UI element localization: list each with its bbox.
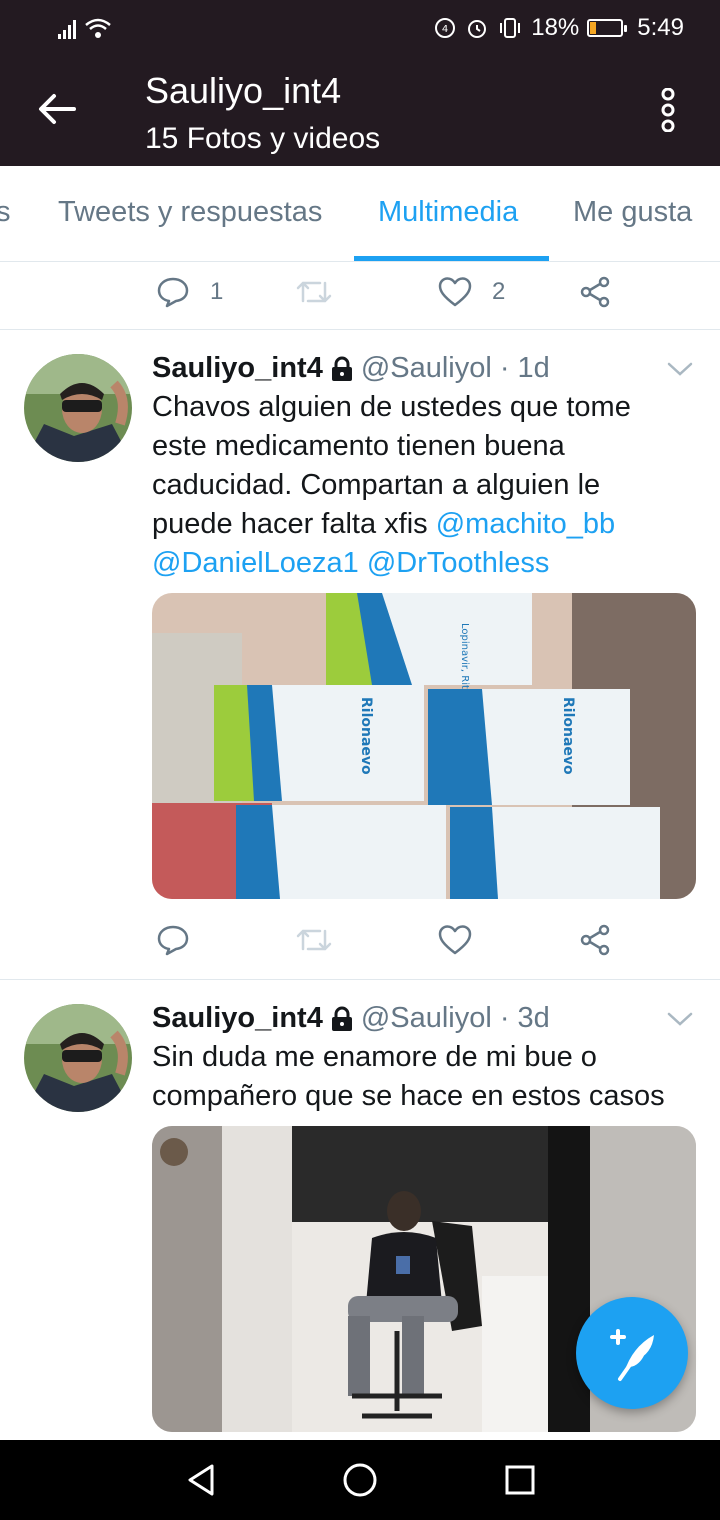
medicine-box: Rilonaevo <box>214 685 424 801</box>
share-icon <box>580 276 610 308</box>
like-button[interactable]: 2 <box>438 272 505 312</box>
nav-recents-icon[interactable] <box>504 1460 536 1500</box>
share-button[interactable] <box>580 272 612 312</box>
chevron-down-icon[interactable] <box>666 360 694 378</box>
text-line: compañero que se hace en estos casos <box>152 1080 665 1112</box>
retweet-icon <box>296 929 332 951</box>
tweet[interactable]: Sauliyo_int4 @Sauliyol · 1d Chavos algui… <box>0 330 720 980</box>
tab-likes[interactable]: Me gusta <box>573 196 692 229</box>
display-name[interactable]: Sauliyo_int4 <box>152 352 323 385</box>
mention-link[interactable]: @DanielLoeza1 <box>152 547 359 579</box>
display-name[interactable]: Sauliyo_int4 <box>152 1002 323 1035</box>
text-line: puede hacer falta xfis @machito_bb <box>152 508 616 540</box>
mention-link[interactable]: @DrToothless <box>367 547 550 579</box>
chevron-down-icon[interactable] <box>666 1010 694 1028</box>
reply-count: 1 <box>210 278 224 305</box>
box-label: Rilonaevo <box>560 697 576 775</box>
reply-button[interactable]: 1 <box>156 272 223 312</box>
tab-media[interactable]: Multimedia <box>378 196 518 229</box>
tweet-header: Sauliyo_int4 @Sauliyol · 1d <box>152 352 550 385</box>
share-icon <box>580 924 610 956</box>
reply-icon <box>157 925 189 956</box>
tweet-header: Sauliyo_int4 @Sauliyol · 3d <box>152 1002 550 1035</box>
mention-link[interactable]: @machito_bb <box>436 508 615 540</box>
signal-wifi-icon <box>58 18 111 39</box>
tab-tweets[interactable]: s <box>0 196 11 229</box>
text-line: Chavos alguien de ustedes que tome <box>152 391 631 423</box>
lock-icon <box>331 1006 352 1031</box>
top-app-bar: 4 18% 5:49 Sauliyo_int4 15 Fotos y video… <box>0 0 720 166</box>
tweet-text: Sin duda me enamore de mi bue o compañer… <box>152 1038 702 1116</box>
reply-icon <box>157 277 189 308</box>
retweet-button[interactable] <box>296 920 332 960</box>
vibrate-icon <box>500 18 521 38</box>
like-count: 2 <box>492 278 506 305</box>
timestamp: · 3d <box>499 1002 550 1034</box>
alarm-icon <box>468 20 487 38</box>
compose-tweet-button[interactable] <box>576 1297 688 1409</box>
media-count: 15 Fotos y videos <box>145 122 381 155</box>
nav-home-icon[interactable] <box>342 1460 378 1500</box>
medicine-box <box>236 805 446 899</box>
handle[interactable]: @Sauliyol <box>361 1002 492 1035</box>
tweet-text: Chavos alguien de ustedes que tome este … <box>152 388 702 583</box>
avatar[interactable] <box>24 1004 132 1112</box>
profile-title: Sauliyo_int4 <box>145 70 342 111</box>
more-options-icon[interactable] <box>656 88 680 132</box>
heart-icon <box>438 277 472 307</box>
timestamp: · 1d <box>499 352 550 384</box>
battery-percent: 18% <box>531 14 580 41</box>
nav-back-icon[interactable] <box>184 1460 216 1500</box>
retweet-button[interactable] <box>296 272 332 312</box>
like-button[interactable] <box>438 920 472 960</box>
active-tab-indicator <box>354 256 549 261</box>
medicine-box: Rilonaevo <box>428 689 630 805</box>
text-line: caducidad. Compartan a alguien le <box>152 469 601 501</box>
clock: 5:49 <box>637 14 684 41</box>
text-line: este medicamento tienen buena <box>152 430 565 462</box>
text-line: Sin duda me enamore de mi bue o <box>152 1041 597 1073</box>
heart-icon <box>438 925 472 955</box>
reply-button[interactable] <box>156 920 190 960</box>
retweet-icon <box>296 281 332 303</box>
profile-tabs: s Tweets y respuestas Multimedia Me gust… <box>0 166 720 262</box>
data-saver-icon: 4 <box>435 18 456 38</box>
handle[interactable]: @Sauliyol <box>361 352 492 385</box>
lock-icon <box>331 356 352 381</box>
svg-text:4: 4 <box>442 24 448 35</box>
medicine-box <box>450 807 660 899</box>
compose-feather-icon <box>610 1329 654 1381</box>
battery-icon <box>587 19 628 37</box>
tweet-actions <box>0 910 720 974</box>
text-line: @DanielLoeza1 @DrToothless <box>152 544 702 583</box>
box-label: Rilonaevo <box>358 697 374 775</box>
back-arrow-icon[interactable] <box>36 88 78 130</box>
avatar[interactable] <box>24 354 132 462</box>
tweet-photo[interactable]: Lopinavir, Ritonavir Rilonaevo Rilonaevo <box>152 593 696 899</box>
status-bar: 4 18% 5:49 <box>0 0 720 56</box>
tweet-actions: 1 2 <box>0 262 720 326</box>
system-navigation-bar <box>0 1440 720 1520</box>
tab-tweets-replies[interactable]: Tweets y respuestas <box>58 196 322 229</box>
share-button[interactable] <box>580 920 612 960</box>
